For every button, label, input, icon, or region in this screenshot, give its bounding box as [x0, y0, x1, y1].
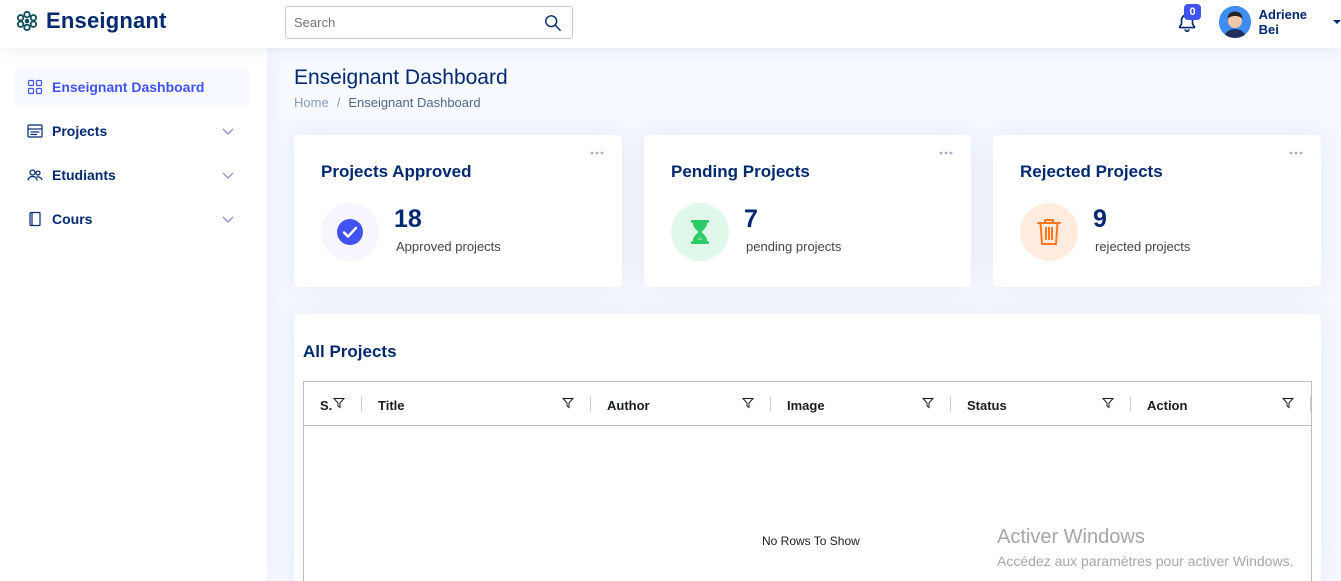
breadcrumb-current: Enseignant Dashboard [348, 95, 481, 110]
book-icon [29, 211, 41, 227]
windows-activation-watermark: Activer Windows Accédez aux paramètres p… [997, 526, 1293, 569]
breadcrumb-home-link[interactable]: Home [294, 95, 329, 110]
avatar [1219, 6, 1251, 38]
filter-icon[interactable] [1102, 397, 1114, 409]
card-rejected-projects: Rejected Projects 9 rejected projects [993, 135, 1321, 287]
grid-icon [27, 79, 43, 95]
column-header-action[interactable]: Action [1131, 382, 1311, 426]
column-header-status[interactable]: Status [951, 382, 1131, 426]
card-icon-wrapper [321, 203, 379, 261]
card-subtitle: Approved projects [396, 239, 501, 254]
hourglass-icon [691, 220, 709, 244]
column-header-author[interactable]: Author [591, 382, 771, 426]
user-name: Adriene Bei [1258, 7, 1308, 37]
column-label: Author [607, 398, 650, 413]
card-title: Pending Projects [671, 162, 810, 181]
sidebar-item-etudiants[interactable]: Etudiants [15, 155, 249, 195]
logo-icon [16, 10, 38, 32]
filter-icon[interactable] [1282, 397, 1294, 409]
watermark-subtitle: Accédez aux paramètres pour activer Wind… [997, 553, 1294, 569]
user-profile-menu[interactable]: Adriene Bei [1219, 6, 1341, 38]
search-icon[interactable] [544, 14, 562, 32]
watermark-title: Activer Windows [997, 526, 1145, 548]
sidebar-item-label: Projects [52, 123, 108, 139]
filter-icon[interactable] [742, 397, 754, 409]
column-label: S. [320, 398, 333, 413]
column-label: Title [378, 398, 405, 413]
card-icon-wrapper [1020, 203, 1078, 261]
breadcrumb-separator: / [336, 95, 341, 110]
sidebar-item-label: Cours [52, 211, 93, 227]
column-header-serial[interactable]: S. [304, 382, 362, 426]
column-header-title[interactable]: Title [362, 382, 591, 426]
sidebar-item-cours[interactable]: Cours [15, 199, 249, 239]
breadcrumb: Home / Enseignant Dashboard [294, 95, 481, 110]
card-value: 7 [744, 205, 758, 233]
more-options-icon[interactable] [1289, 149, 1303, 157]
column-resizer[interactable] [1310, 397, 1311, 411]
sidebar-item-label: Etudiants [52, 167, 116, 183]
more-options-icon[interactable] [939, 149, 953, 157]
sidebar-item-projects[interactable]: Projects [15, 111, 249, 151]
column-label: Image [787, 398, 825, 413]
chevron-down-icon [222, 172, 234, 179]
card-pending-projects: Pending Projects 7 pending projects [644, 135, 971, 287]
app-name: Enseignant [46, 8, 167, 33]
card-value: 18 [394, 205, 422, 233]
people-icon [27, 169, 43, 181]
chevron-down-icon [222, 128, 234, 135]
sidebar: Enseignant Dashboard Projects Etudiants [0, 48, 267, 581]
top-header: Enseignant 0 Adriene Bei [0, 0, 1341, 48]
sidebar-item-dashboard[interactable]: Enseignant Dashboard [15, 67, 249, 107]
chevron-down-icon [1333, 20, 1341, 24]
card-title: Rejected Projects [1020, 162, 1163, 181]
card-projects-approved: Projects Approved 18 Approved projects [294, 135, 622, 287]
sidebar-item-label: Enseignant Dashboard [52, 79, 205, 95]
card-icon-wrapper [671, 203, 729, 261]
notifications-button[interactable]: 0 [1176, 4, 1201, 34]
layout-text-icon [27, 124, 43, 138]
notification-count-badge: 0 [1184, 4, 1201, 20]
page-title: Enseignant Dashboard [294, 66, 508, 89]
column-header-image[interactable]: Image [771, 382, 951, 426]
more-options-icon[interactable] [590, 149, 604, 157]
search-input[interactable] [286, 7, 536, 38]
app-logo[interactable]: Enseignant [16, 8, 167, 34]
card-subtitle: pending projects [746, 239, 842, 254]
card-value: 9 [1093, 205, 1107, 233]
chevron-down-icon [222, 216, 234, 223]
check-circle-icon [337, 219, 363, 245]
filter-icon[interactable] [562, 397, 574, 409]
trash-icon [1037, 219, 1061, 245]
card-subtitle: rejected projects [1095, 239, 1191, 254]
search-bar [285, 6, 573, 39]
panel-title: All Projects [303, 342, 397, 361]
grid-header-row: S. Title Author Image Status Action [304, 382, 1311, 426]
filter-icon[interactable] [333, 397, 345, 409]
card-title: Projects Approved [321, 162, 472, 181]
avatar-image [1219, 6, 1251, 38]
grid-empty-message: No Rows To Show [762, 534, 860, 548]
column-label: Status [967, 398, 1007, 413]
filter-icon[interactable] [922, 397, 934, 409]
column-label: Action [1147, 398, 1188, 413]
